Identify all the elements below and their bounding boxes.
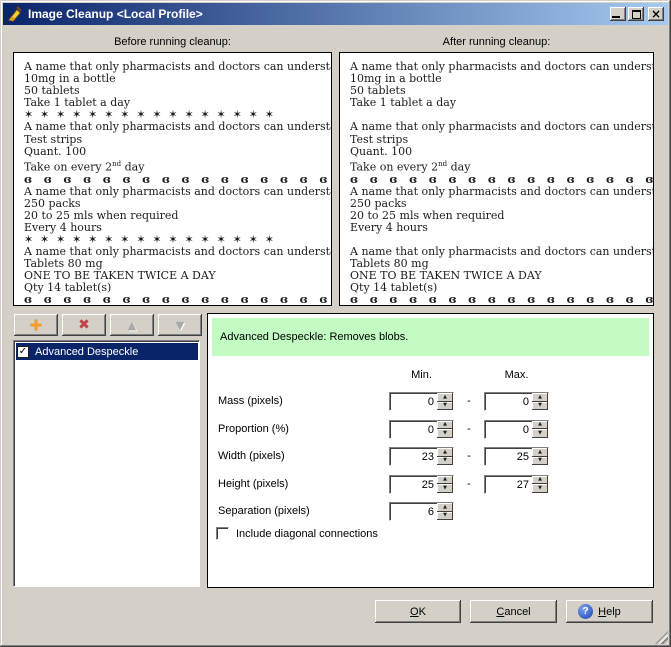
max-field-value[interactable]: 25 [485, 448, 532, 465]
min-field-value[interactable]: 0 [390, 421, 437, 438]
text-line: Every 4 hours [350, 222, 647, 234]
before-panel-label: Before running cleanup: [13, 36, 332, 48]
filter-item-label: Advanced Despeckle [35, 346, 138, 358]
spinner-up-button[interactable]: ▲ [437, 503, 453, 512]
close-icon: × [651, 8, 661, 20]
min-field[interactable]: 25▲▼ [389, 475, 454, 494]
settings-row: Width (pixels)23▲▼-25▲▼ [208, 447, 653, 467]
max-column-header: Max. [484, 369, 549, 381]
spinner-down-button[interactable]: ▼ [532, 402, 548, 411]
spinner-up-button[interactable]: ▲ [532, 393, 548, 402]
delete-filter-button[interactable]: ✖ [62, 314, 106, 336]
spinner-down-button[interactable]: ▼ [532, 457, 548, 466]
help-question-icon: ? [578, 604, 593, 619]
settings-row: Separation (pixels) 6▲▼ [208, 502, 653, 522]
add-filter-button[interactable] [14, 314, 58, 336]
min-field[interactable]: 0▲▼ [389, 420, 454, 439]
min-column-header: Min. [389, 369, 454, 381]
text-line: Quant. 100 [24, 146, 325, 158]
spinner-up-button[interactable]: ▲ [437, 421, 453, 430]
cancel-button-label: Cancel [496, 606, 530, 618]
resize-grip[interactable] [655, 631, 668, 644]
spinner-down-button[interactable]: ▼ [437, 512, 453, 521]
settings-row-label: Mass (pixels) [218, 395, 283, 407]
spinner-down-button[interactable]: ▼ [437, 429, 453, 438]
settings-row-label: Height (pixels) [218, 478, 288, 490]
broom-icon [7, 6, 23, 22]
titlebar[interactable]: Image Cleanup <Local Profile> × [3, 3, 668, 25]
maximize-icon [632, 10, 641, 19]
after-preview-panel: A name that only pharmacists and doctors… [339, 52, 654, 306]
range-separator: - [454, 423, 484, 435]
min-field[interactable]: 0▲▼ [389, 392, 454, 411]
spinner-up-button[interactable]: ▲ [437, 448, 453, 457]
text-line: ɞ ɞ ɞ ɞ ɞ ɞ ɞ ɞ ɞ ɞ ɞ ɞ ɞ ɞ ɞ ɞ [24, 294, 325, 306]
spinner-down-button[interactable]: ▼ [532, 429, 548, 438]
filter-list-item[interactable]: ✓ Advanced Despeckle [16, 343, 198, 360]
window-title: Image Cleanup <Local Profile> [28, 7, 203, 21]
max-field-value[interactable]: 0 [485, 393, 532, 410]
min-field[interactable]: 6▲▼ [389, 502, 454, 521]
move-down-button[interactable]: ▼ [158, 314, 202, 336]
delete-x-icon: ✖ [78, 318, 90, 332]
move-up-button[interactable]: ▲ [110, 314, 154, 336]
spinner-down-button[interactable]: ▼ [437, 402, 453, 411]
ok-button[interactable]: OK [375, 600, 461, 623]
spinner-down-button[interactable]: ▼ [532, 484, 548, 493]
maximize-button[interactable] [628, 7, 644, 21]
cancel-button[interactable]: Cancel [470, 600, 557, 623]
after-panel-label: After running cleanup: [339, 36, 654, 48]
help-button[interactable]: ? Help [566, 600, 653, 623]
arrow-down-icon: ▼ [176, 320, 184, 331]
filter-listbox[interactable]: ✓ Advanced Despeckle [13, 340, 200, 587]
diagonal-connections-row: Include diagonal connections [208, 526, 653, 542]
plus-icon [31, 320, 42, 331]
minimize-button[interactable] [610, 7, 626, 21]
text-line: Take on every 2nd day [350, 158, 647, 174]
text-line: Take on every 2nd day [24, 158, 325, 174]
filter-checkbox[interactable]: ✓ [17, 346, 29, 358]
text-line: Quant. 100 [350, 146, 647, 158]
spinner-down-button[interactable]: ▼ [437, 484, 453, 493]
text-line: ɞ ɞ ɞ ɞ ɞ ɞ ɞ ɞ ɞ ɞ ɞ ɞ ɞ ɞ ɞ ɞ [350, 294, 647, 306]
filter-settings-panel: Advanced Despeckle: Removes blobs. Min. … [207, 313, 654, 588]
image-cleanup-dialog: Image Cleanup <Local Profile> × Before r… [0, 0, 671, 647]
arrow-up-icon: ▲ [128, 320, 136, 331]
before-preview-panel: A name that only pharmacists and doctors… [13, 52, 332, 306]
settings-row: Proportion (%)0▲▼-0▲▼ [208, 420, 653, 440]
ok-button-label: OK [410, 606, 426, 618]
settings-row: Height (pixels)25▲▼-27▲▼ [208, 475, 653, 495]
text-line: Take 1 tablet a day [350, 97, 647, 109]
close-button[interactable]: × [648, 7, 664, 21]
help-button-label: Help [598, 606, 621, 618]
range-separator: - [454, 478, 484, 490]
settings-row-label: Proportion (%) [218, 423, 289, 435]
spinner-down-button[interactable]: ▼ [437, 457, 453, 466]
max-field[interactable]: 0▲▼ [484, 392, 549, 411]
spinner-up-button[interactable]: ▲ [532, 476, 548, 485]
settings-row-label: Separation (pixels) [218, 505, 310, 517]
filter-description: Advanced Despeckle: Removes blobs. [212, 318, 649, 356]
spinner-up-button[interactable]: ▲ [532, 448, 548, 457]
range-separator: - [454, 395, 484, 407]
include-diagonal-label: Include diagonal connections [236, 528, 378, 540]
minimize-icon [612, 16, 620, 18]
max-field[interactable]: 0▲▼ [484, 420, 549, 439]
max-field-value[interactable]: 27 [485, 476, 532, 493]
settings-row: Mass (pixels)0▲▼-0▲▼ [208, 392, 653, 412]
spinner-up-button[interactable]: ▲ [437, 476, 453, 485]
settings-row-label: Width (pixels) [218, 450, 285, 462]
max-field[interactable]: 27▲▼ [484, 475, 549, 494]
min-field-value[interactable]: 0 [390, 393, 437, 410]
max-field[interactable]: 25▲▼ [484, 447, 549, 466]
range-separator: - [454, 450, 484, 462]
min-field-value[interactable]: 25 [390, 476, 437, 493]
max-field-value[interactable]: 0 [485, 421, 532, 438]
min-field-value[interactable]: 23 [390, 448, 437, 465]
include-diagonal-checkbox[interactable] [216, 527, 229, 540]
spinner-up-button[interactable]: ▲ [437, 393, 453, 402]
min-field[interactable]: 23▲▼ [389, 447, 454, 466]
min-field-value[interactable]: 6 [390, 503, 437, 520]
spinner-up-button[interactable]: ▲ [532, 421, 548, 430]
